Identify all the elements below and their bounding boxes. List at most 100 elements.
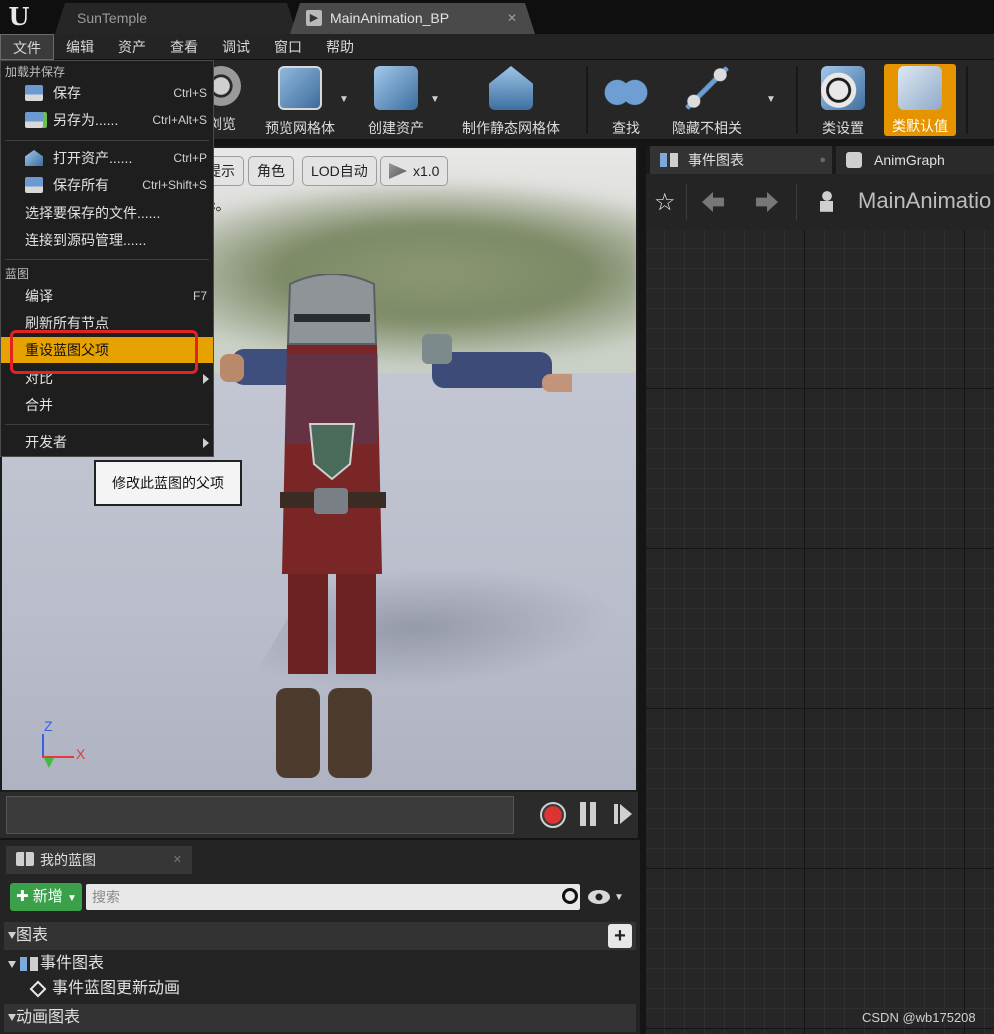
step-forward-icon[interactable]: [614, 804, 618, 824]
menu-edit[interactable]: 编辑: [54, 34, 106, 60]
menu-item-merge[interactable]: 合并: [1, 392, 213, 418]
knight-arm-right: [432, 352, 572, 392]
menu-window[interactable]: 窗口: [262, 34, 314, 60]
my-blueprint-tab[interactable]: 我的蓝图 ✕: [6, 846, 192, 874]
close-icon[interactable]: ✕: [507, 3, 517, 33]
menu-item-compile[interactable]: 编译 F7: [1, 283, 213, 309]
class-settings-button[interactable]: 类设置: [812, 60, 874, 140]
viewport-speed-chip[interactable]: x1.0: [380, 156, 449, 186]
menu-view[interactable]: 查看: [158, 34, 210, 60]
axis-z-line: [42, 734, 44, 758]
menu-item-save-as[interactable]: 另存为...... Ctrl+Alt+S: [1, 107, 213, 133]
chevron-down-icon[interactable]: ▼: [339, 94, 349, 105]
menu-debug[interactable]: 调试: [210, 34, 262, 60]
search-icon[interactable]: [562, 888, 578, 904]
event-graph-icon: [660, 153, 678, 167]
watermark: CSDN @wb175208: [862, 1010, 976, 1025]
pause-icon[interactable]: [580, 802, 586, 826]
menu-item-open-asset[interactable]: 打开资产...... Ctrl+P: [1, 145, 213, 171]
knight-buckle: [314, 488, 348, 514]
tab-anim-graph-label: AnimGraph: [874, 152, 945, 168]
menu-divider: [5, 259, 209, 260]
create-asset-icon: [374, 66, 418, 110]
create-asset-button[interactable]: 创建资产: [360, 60, 432, 140]
binoculars-icon: [604, 66, 648, 110]
unreal-logo-icon[interactable]: U: [4, 2, 34, 32]
menu-section-blueprint: 蓝图: [5, 267, 30, 281]
my-blueprint-panel: 我的蓝图 ✕ ✚ 新增 ▼ 搜索 ▼ 图表 + 事件图表 事件蓝图更新动画 动画…: [0, 840, 640, 1034]
menu-item-choose-files[interactable]: 选择要保存的文件......: [1, 200, 213, 226]
find-label: 查找: [612, 120, 640, 136]
chevron-down-icon[interactable]: ▼: [430, 94, 440, 105]
graph-breadcrumb[interactable]: MainAnimatio: [858, 188, 991, 214]
hide-unrelated-label: 隐藏不相关: [672, 120, 742, 136]
chevron-down-icon: [8, 961, 16, 968]
forward-arrow-icon[interactable]: [756, 192, 778, 212]
gear-icon: [821, 66, 865, 110]
tab-mainanimation-bp[interactable]: ▶ MainAnimation_BP ✕: [290, 3, 535, 34]
record-text-field[interactable]: [6, 796, 514, 834]
hide-unrelated-button[interactable]: 隐藏不相关: [664, 60, 750, 140]
preview-mesh-button[interactable]: 预览网格体: [258, 60, 342, 140]
chevron-down-icon[interactable]: ▼: [766, 94, 776, 105]
add-new-button[interactable]: ✚ 新增 ▼: [10, 883, 82, 911]
make-static-mesh-button[interactable]: 制作静态网格体: [452, 60, 570, 140]
star-icon[interactable]: ☆: [654, 188, 676, 217]
file-menu-dropdown: 加载并保存 保存 Ctrl+S 另存为...... Ctrl+Alt+S 打开资…: [0, 60, 214, 457]
tab-anim-graph[interactable]: AnimGraph: [836, 146, 994, 174]
graph-tab-bar: 事件图表 ● AnimGraph: [646, 146, 994, 174]
back-arrow-icon[interactable]: [702, 192, 724, 212]
compile-shortcut: F7: [192, 289, 207, 303]
menu-asset[interactable]: 资产: [106, 34, 158, 60]
menu-item-source-control[interactable]: 连接到源码管理......: [1, 227, 213, 253]
header-divider: [796, 184, 797, 220]
anim-blueprint-robot-icon: [816, 190, 838, 214]
tab-label: MainAnimation_BP: [330, 10, 450, 26]
knight-helmet: [286, 274, 378, 345]
record-icon[interactable]: [540, 802, 566, 828]
menu-item-save[interactable]: 保存 Ctrl+S: [1, 80, 213, 106]
record-bar: [0, 792, 638, 838]
viewport-character-chip[interactable]: 角色: [248, 156, 294, 186]
view-options-eye-icon[interactable]: ▼: [588, 888, 624, 906]
event-diamond-icon: [29, 980, 47, 998]
class-settings-label: 类设置: [822, 120, 864, 136]
play-speed-icon: [389, 163, 407, 179]
anim-graphs-category[interactable]: 动画图表: [4, 1004, 636, 1032]
tab-bar: U SunTemple ▶ MainAnimation_BP ✕: [0, 0, 994, 34]
toolbar-divider: [966, 66, 968, 134]
graphs-category[interactable]: 图表: [4, 922, 636, 950]
tab-event-graph[interactable]: 事件图表 ●: [650, 146, 832, 174]
choose-files-label: 选择要保存的文件......: [25, 205, 161, 221]
create-asset-label: 创建资产: [368, 120, 424, 136]
class-defaults-button[interactable]: 类默认值: [884, 64, 956, 136]
add-graph-plus-icon[interactable]: +: [608, 924, 632, 948]
menu-item-save-all[interactable]: 保存所有 Ctrl+Shift+S: [1, 172, 213, 198]
search-input[interactable]: 搜索: [86, 884, 580, 910]
add-new-label: 新增: [32, 888, 63, 905]
book-icon: [16, 852, 34, 866]
save-all-shortcut: Ctrl+Shift+S: [142, 178, 207, 192]
menu-help[interactable]: 帮助: [314, 34, 366, 60]
knight-boots: [276, 688, 372, 778]
menu-item-developer[interactable]: 开发者: [1, 429, 213, 455]
tab-suntemple[interactable]: SunTemple: [55, 3, 297, 34]
find-button[interactable]: 查找: [598, 60, 654, 140]
close-icon[interactable]: ✕: [173, 846, 182, 874]
preview-mesh-label: 预览网格体: [265, 120, 335, 136]
axis-x-line: [42, 756, 74, 758]
open-asset-icon: [25, 150, 43, 166]
preview-mesh-icon: [278, 66, 322, 110]
save-label: 保存: [53, 85, 81, 101]
knight-pauldron: [422, 334, 452, 364]
close-icon[interactable]: ●: [819, 146, 826, 174]
menu-section-load-save: 加载并保存: [5, 65, 66, 79]
speed-label: x1.0: [413, 163, 440, 179]
tab-label: SunTemple: [77, 10, 148, 26]
source-control-label: 连接到源码管理......: [25, 232, 147, 248]
menu-file[interactable]: 文件: [0, 33, 54, 60]
graph-canvas[interactable]: [646, 230, 994, 1034]
submenu-arrow-icon: [203, 438, 209, 448]
anim-graph-robot-icon: [846, 152, 862, 168]
viewport-lod-chip[interactable]: LOD自动: [302, 156, 377, 186]
